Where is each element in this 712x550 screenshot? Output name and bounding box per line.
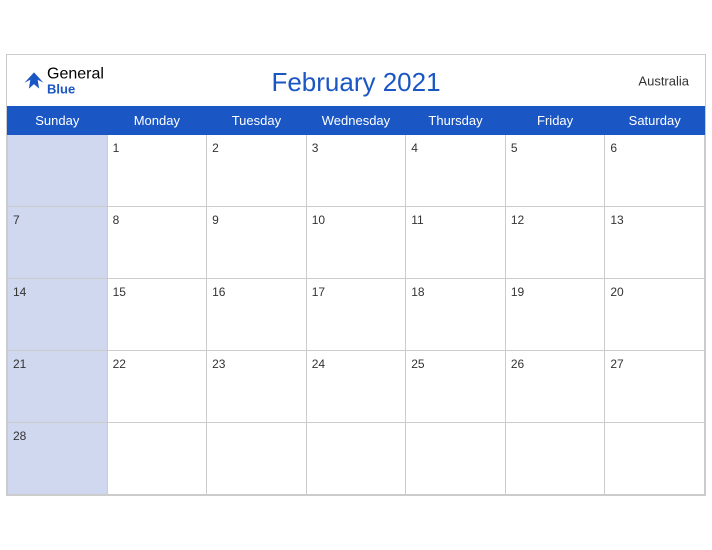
calendar-cell	[8, 135, 108, 207]
week-row-4: 21 22 23 24 25 26 27	[8, 351, 705, 423]
day-number: 7	[13, 213, 20, 227]
day-number: 4	[411, 141, 418, 155]
week-row-1: 1 2 3 4 5 6	[8, 135, 705, 207]
calendar-cell: 11	[406, 207, 506, 279]
day-number: 21	[13, 357, 26, 371]
day-number: 23	[212, 357, 225, 371]
calendar-cell: 6	[605, 135, 705, 207]
calendar-cell	[107, 423, 207, 495]
header-monday: Monday	[107, 107, 207, 135]
calendar-cell: 13	[605, 207, 705, 279]
header-wednesday: Wednesday	[306, 107, 406, 135]
calendar-cell: 27	[605, 351, 705, 423]
calendar-cell: 21	[8, 351, 108, 423]
calendar-cell	[406, 423, 506, 495]
logo-general: General	[47, 66, 104, 82]
header-thursday: Thursday	[406, 107, 506, 135]
calendar-cell: 28	[8, 423, 108, 495]
day-number: 26	[511, 357, 524, 371]
calendar-header: General Blue February 2021 Australia	[7, 55, 705, 106]
day-number: 22	[113, 357, 126, 371]
calendar-container: General Blue February 2021 Australia Sun…	[6, 54, 706, 496]
header-tuesday: Tuesday	[207, 107, 307, 135]
day-number: 19	[511, 285, 524, 299]
day-number: 17	[312, 285, 325, 299]
logo-bird-icon	[23, 70, 45, 92]
day-number: 28	[13, 429, 26, 443]
calendar-cell: 4	[406, 135, 506, 207]
week-row-5: 28	[8, 423, 705, 495]
day-number: 25	[411, 357, 424, 371]
week-row-3: 14 15 16 17 18 19 20	[8, 279, 705, 351]
day-number: 1	[113, 141, 120, 155]
day-number: 5	[511, 141, 518, 155]
weekday-header-row: Sunday Monday Tuesday Wednesday Thursday…	[8, 107, 705, 135]
day-number: 27	[610, 357, 623, 371]
calendar-cell: 23	[207, 351, 307, 423]
calendar-cell: 16	[207, 279, 307, 351]
day-number: 12	[511, 213, 524, 227]
day-number: 24	[312, 357, 325, 371]
calendar-cell	[306, 423, 406, 495]
calendar-cell: 17	[306, 279, 406, 351]
header-sunday: Sunday	[8, 107, 108, 135]
calendar-cell: 25	[406, 351, 506, 423]
calendar-cell: 19	[505, 279, 605, 351]
day-number: 11	[411, 213, 423, 227]
day-number: 15	[113, 285, 126, 299]
calendar-cell: 1	[107, 135, 207, 207]
calendar-table: Sunday Monday Tuesday Wednesday Thursday…	[7, 106, 705, 495]
calendar-cell: 7	[8, 207, 108, 279]
week-row-2: 7 8 9 10 11 12 13	[8, 207, 705, 279]
header-friday: Friday	[505, 107, 605, 135]
logo-blue: Blue	[47, 82, 104, 95]
calendar-cell: 3	[306, 135, 406, 207]
logo-text: General Blue	[47, 66, 104, 95]
calendar-cell	[605, 423, 705, 495]
month-title: February 2021	[271, 67, 440, 98]
day-number: 2	[212, 141, 219, 155]
country-label: Australia	[638, 73, 689, 88]
day-number: 13	[610, 213, 623, 227]
day-number: 6	[610, 141, 617, 155]
calendar-cell: 26	[505, 351, 605, 423]
calendar-cell: 14	[8, 279, 108, 351]
logo: General Blue	[23, 66, 104, 95]
day-number: 8	[113, 213, 120, 227]
calendar-cell: 5	[505, 135, 605, 207]
calendar-cell: 15	[107, 279, 207, 351]
calendar-cell: 9	[207, 207, 307, 279]
calendar-cell: 8	[107, 207, 207, 279]
day-number: 9	[212, 213, 219, 227]
calendar-cell: 2	[207, 135, 307, 207]
day-number: 16	[212, 285, 225, 299]
calendar-body: 1234567891011121314151617181920212223242…	[8, 135, 705, 495]
calendar-cell: 10	[306, 207, 406, 279]
calendar-cell: 12	[505, 207, 605, 279]
day-number: 3	[312, 141, 319, 155]
day-number: 18	[411, 285, 424, 299]
calendar-cell: 22	[107, 351, 207, 423]
day-number: 20	[610, 285, 623, 299]
calendar-cell	[505, 423, 605, 495]
day-number: 10	[312, 213, 325, 227]
calendar-cell: 24	[306, 351, 406, 423]
day-number: 14	[13, 285, 26, 299]
calendar-cell: 18	[406, 279, 506, 351]
header-saturday: Saturday	[605, 107, 705, 135]
calendar-cell: 20	[605, 279, 705, 351]
calendar-cell	[207, 423, 307, 495]
